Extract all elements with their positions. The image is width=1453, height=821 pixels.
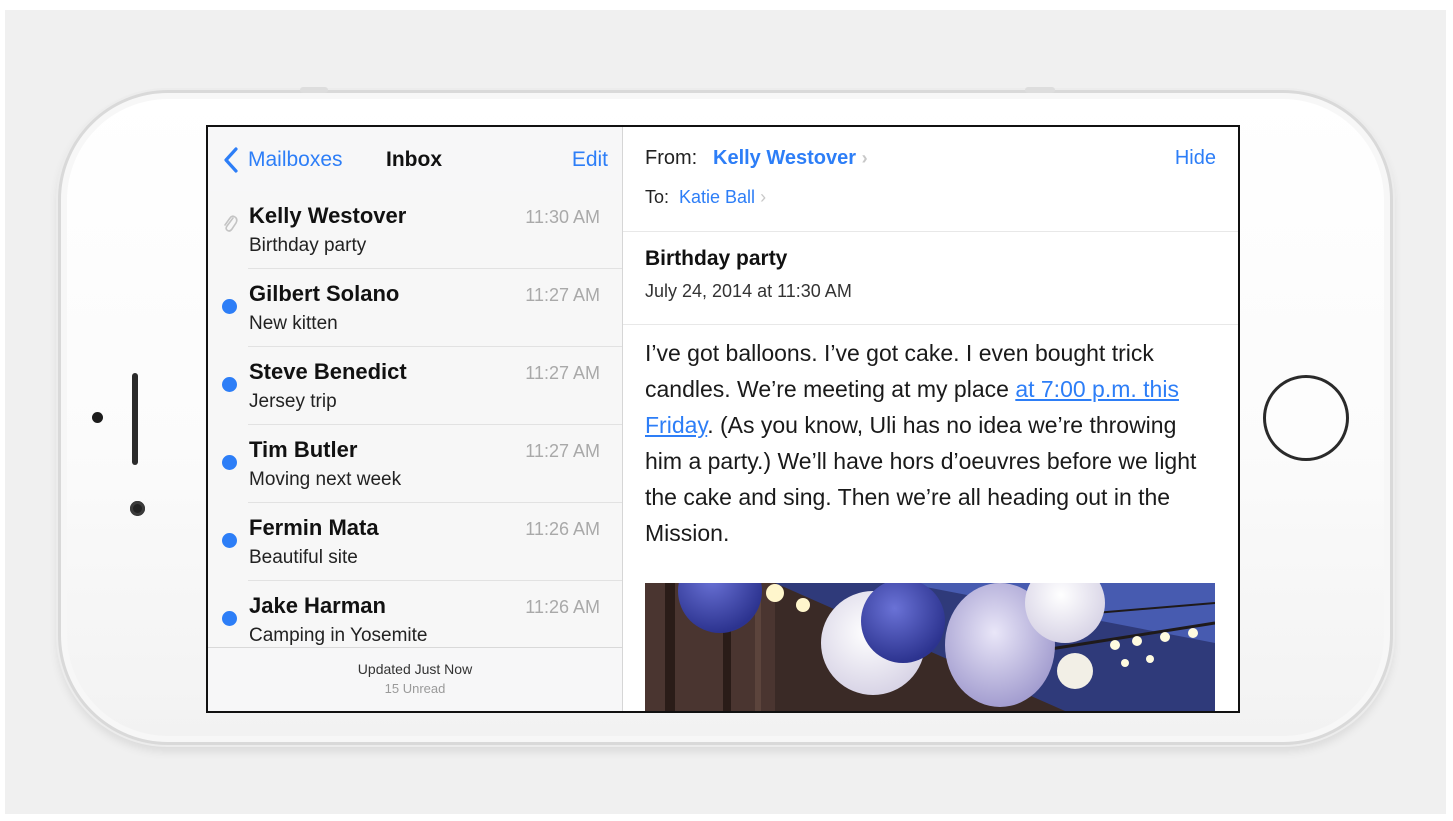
- unread-dot-icon: [222, 455, 237, 470]
- message-row[interactable]: Steve Benedict 11:27 AM Jersey trip: [208, 347, 622, 425]
- message-time: 11:30 AM: [525, 207, 600, 227]
- paperclip-icon: [224, 215, 238, 232]
- message-sender: Kelly Westover: [249, 203, 407, 228]
- message-body: I’ve got balloons. I’ve got cake. I even…: [645, 335, 1205, 551]
- home-button[interactable]: [1263, 375, 1349, 461]
- sleep-button: [1025, 87, 1055, 93]
- updated-status: Updated Just Now: [357, 661, 473, 677]
- proximity-sensor: [92, 412, 103, 423]
- message-sender: Steve Benedict: [249, 359, 407, 384]
- message-subject: Jersey trip: [249, 391, 337, 412]
- message-row[interactable]: Gilbert Solano 11:27 AM New kitten: [208, 269, 622, 347]
- message-row[interactable]: Tim Butler 11:27 AM Moving next week: [208, 425, 622, 503]
- photo-image: [645, 583, 1215, 711]
- unread-dot-icon: [222, 299, 237, 314]
- message-time: 11:26 AM: [525, 519, 600, 539]
- inbox-title: Inbox: [386, 148, 442, 171]
- message-header: From: Kelly Westover › Hide To: Katie Ba…: [623, 127, 1238, 232]
- body-text-part: . (As you know, Uli has no idea we’re th…: [645, 412, 1197, 546]
- unread-dot-icon: [222, 533, 237, 548]
- to-recipient-link[interactable]: Katie Ball ›: [679, 187, 766, 208]
- message-detail-pane: From: Kelly Westover › Hide To: Katie Ba…: [623, 127, 1238, 711]
- message-list: Kelly Westover 11:30 AM Birthday party G…: [208, 191, 622, 647]
- message-date: July 24, 2014 at 11:30 AM: [645, 281, 852, 301]
- unread-dot-icon: [222, 377, 237, 392]
- subject-section: Birthday party July 24, 2014 at 11:30 AM: [623, 232, 1238, 325]
- message-sender: Jake Harman: [249, 593, 386, 618]
- message-sender: Tim Butler: [249, 437, 358, 462]
- from-sender-link[interactable]: Kelly Westover ›: [713, 147, 868, 170]
- list-status-footer: Updated Just Now 15 Unread: [208, 647, 622, 711]
- chevron-right-icon: ›: [861, 148, 868, 168]
- message-subject: Moving next week: [249, 469, 402, 490]
- to-label: To:: [645, 187, 670, 207]
- volume-button: [300, 87, 328, 93]
- chevron-right-icon: ›: [760, 187, 767, 207]
- from-label: From:: [645, 147, 698, 169]
- hide-button[interactable]: Hide: [1175, 147, 1216, 170]
- mailboxes-back-button[interactable]: Mailboxes: [248, 148, 343, 172]
- message-sender: Gilbert Solano: [249, 281, 400, 306]
- party-lanterns-photo[interactable]: [645, 583, 1215, 711]
- message-subject: Beautiful site: [249, 547, 358, 568]
- message-time: 11:27 AM: [525, 363, 600, 383]
- message-time: 11:27 AM: [525, 285, 600, 305]
- to-recipient-name: Katie Ball: [679, 187, 756, 207]
- unread-count: 15 Unread: [384, 681, 446, 696]
- message-sender: Fermin Mata: [249, 515, 379, 540]
- message-subject: Camping in Yosemite: [249, 625, 428, 646]
- edit-button[interactable]: Edit: [572, 148, 608, 172]
- from-sender-name: Kelly Westover: [713, 147, 857, 169]
- unread-dot-icon: [222, 611, 237, 626]
- earpiece-speaker: [132, 373, 138, 465]
- message-subject: Birthday party: [249, 235, 367, 256]
- message-list-pane: Mailboxes Inbox Edit Kelly Westover 11:3…: [208, 127, 623, 711]
- message-row[interactable]: Kelly Westover 11:30 AM Birthday party: [208, 191, 622, 269]
- screen: Mailboxes Inbox Edit Kelly Westover 11:3…: [206, 125, 1240, 713]
- message-time: 11:26 AM: [525, 597, 600, 617]
- message-row[interactable]: Jake Harman 11:26 AM Camping in Yosemite: [208, 581, 622, 647]
- front-camera: [130, 501, 145, 516]
- message-time: 11:27 AM: [525, 441, 600, 461]
- chevron-left-icon[interactable]: [222, 147, 240, 173]
- message-row[interactable]: Fermin Mata 11:26 AM Beautiful site: [208, 503, 622, 581]
- message-subject: New kitten: [249, 313, 338, 334]
- message-subject-title: Birthday party: [645, 247, 788, 270]
- list-navigation-bar: Mailboxes Inbox Edit: [208, 127, 622, 192]
